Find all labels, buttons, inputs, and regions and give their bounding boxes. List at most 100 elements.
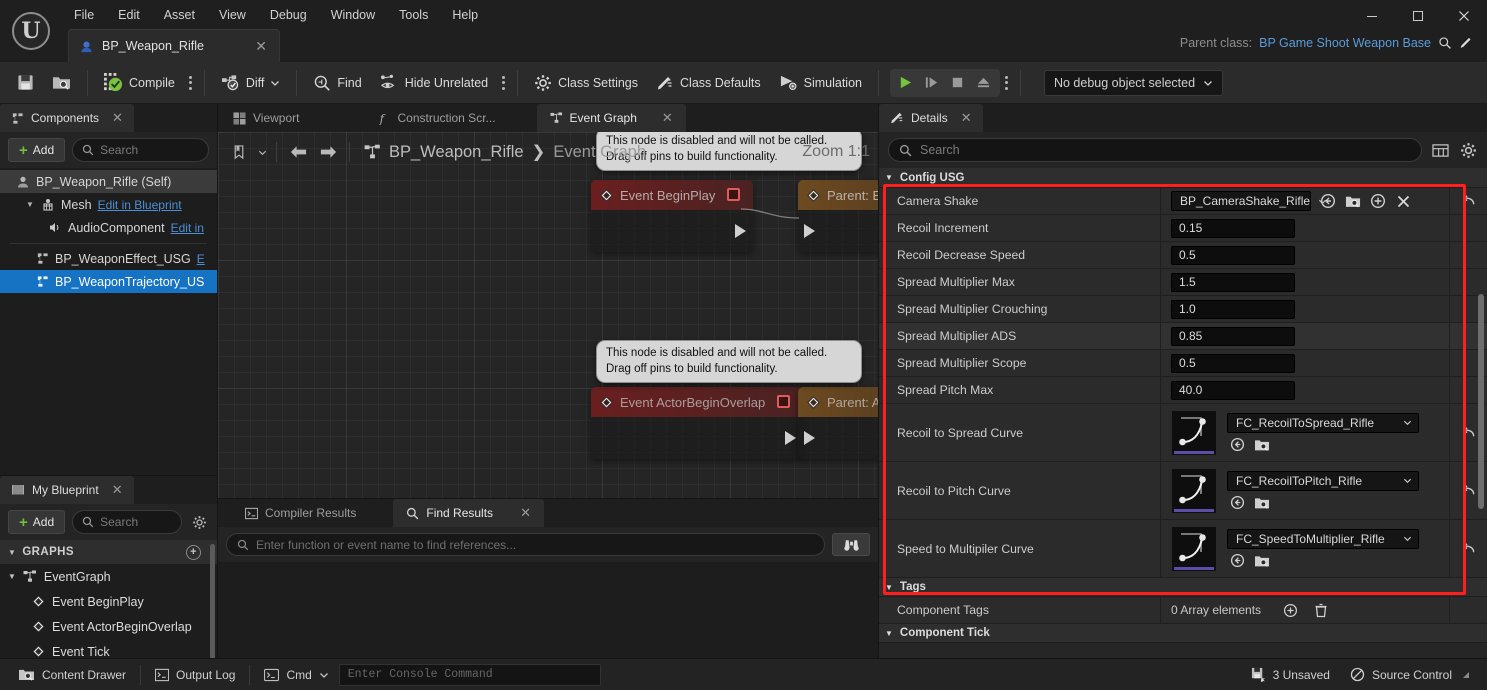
curve-thumbnail[interactable]	[1171, 525, 1217, 572]
node-event-actorbeginoverlap[interactable]: Event ActorBeginOverlap	[591, 387, 803, 459]
tree-item-event-actorbeginoverlap[interactable]: Event ActorBeginOverlap	[0, 614, 217, 639]
components-close-icon[interactable]: ✕	[112, 110, 123, 126]
components-search-input[interactable]: Search	[72, 138, 209, 162]
add-array-element-icon[interactable]	[1282, 602, 1298, 618]
tree-item-event-beginplay[interactable]: Event BeginPlay	[0, 589, 217, 614]
menu-help[interactable]: Help	[440, 5, 490, 25]
save-button[interactable]	[8, 67, 43, 99]
curve-thumbnail[interactable]	[1171, 467, 1217, 514]
edit-in-blueprint-link[interactable]: Edit in Blueprint	[98, 198, 182, 212]
gear-icon[interactable]	[1458, 140, 1478, 160]
spread-multiplier-ads-input[interactable]: 0.85	[1171, 326, 1295, 346]
spread-multiplier-max-input[interactable]: 1.5	[1171, 272, 1295, 292]
browse-to-asset-icon[interactable]	[1229, 553, 1245, 569]
open-asset-icon[interactable]	[1254, 553, 1270, 569]
find-button[interactable]: Find	[304, 67, 370, 99]
menu-view[interactable]: View	[207, 5, 258, 25]
section-graphs[interactable]: ▼ GRAPHS +	[0, 540, 217, 564]
edit-in-blueprint-link[interactable]: Edit in	[171, 221, 204, 235]
tab-my-blueprint[interactable]: My Blueprint ✕	[0, 476, 134, 504]
component-row-audio[interactable]: AudioComponent Edit in	[0, 216, 217, 239]
my-blueprint-close-icon[interactable]: ✕	[112, 482, 123, 498]
maximize-button[interactable]	[1395, 0, 1441, 32]
speed-to-multiplier-curve-dropdown[interactable]: FC_SpeedToMultiplier_Rifle	[1227, 528, 1419, 549]
my-blueprint-scrollbar[interactable]	[210, 544, 215, 658]
compile-button[interactable]: Compile	[95, 67, 184, 99]
camera-shake-asset-dropdown[interactable]: BP_CameraShake_Rifle	[1171, 191, 1327, 211]
my-blueprint-settings-icon[interactable]	[189, 512, 209, 532]
minimize-button[interactable]	[1349, 0, 1395, 32]
spread-multiplier-scope-input[interactable]: 0.5	[1171, 353, 1295, 373]
open-asset-icon[interactable]	[1254, 437, 1270, 453]
component-row-weapontrajectory[interactable]: BP_WeaponTrajectory_US	[0, 270, 217, 293]
bookmark-button[interactable]	[224, 137, 254, 167]
details-property-list[interactable]: ▼ Config USG Camera Shake BP_CameraShake…	[879, 168, 1487, 658]
clear-asset-icon[interactable]	[1395, 193, 1411, 209]
find-in-blueprints-button[interactable]	[832, 533, 870, 556]
event-graph-canvas[interactable]: BLUEPRINT Event BeginPlay	[218, 132, 878, 498]
console-command-input[interactable]: Enter Console Command	[338, 663, 601, 686]
browse-button[interactable]	[43, 67, 80, 99]
columns-icon[interactable]	[1430, 140, 1450, 160]
exec-out-pin[interactable]	[785, 431, 796, 445]
recoil-to-pitch-curve-dropdown[interactable]: FC_RecoilToPitch_Rifle	[1227, 470, 1419, 491]
tab-close-icon[interactable]: ✕	[662, 110, 673, 126]
my-blueprint-add-button[interactable]: + Add	[8, 510, 66, 534]
browse-to-asset-icon[interactable]	[1320, 193, 1336, 209]
menu-tools[interactable]: Tools	[387, 5, 440, 25]
my-blueprint-search-input[interactable]: Search	[72, 510, 182, 534]
node-parent-actorbeginoverlap[interactable]: Parent: A	[798, 387, 878, 459]
tab-compiler-results[interactable]: Compiler Results	[232, 499, 369, 527]
resize-grip-icon[interactable]	[1463, 671, 1469, 678]
details-close-icon[interactable]: ✕	[961, 110, 972, 126]
reset-to-default-icon[interactable]	[1461, 193, 1477, 209]
exec-out-pin[interactable]	[735, 224, 746, 238]
output-log-button[interactable]: Output Log	[145, 663, 245, 687]
breadcrumb-root[interactable]: BP_Weapon_Rifle	[389, 143, 524, 162]
play-button[interactable]	[893, 70, 919, 96]
diff-button[interactable]: Diff	[212, 67, 290, 99]
source-control-button[interactable]: Source Control	[1340, 663, 1479, 687]
content-drawer-button[interactable]: Content Drawer	[8, 663, 136, 687]
browse-to-asset-icon[interactable]	[1229, 437, 1245, 453]
open-asset-icon[interactable]	[1254, 495, 1270, 511]
compile-options-kebab[interactable]	[184, 70, 197, 96]
hide-unrelated-kebab[interactable]	[497, 70, 510, 96]
component-row-weaponeffect[interactable]: BP_WeaponEffect_USG E	[0, 247, 217, 270]
navigate-back-button[interactable]	[283, 137, 313, 167]
chevron-down-icon[interactable]: ▼	[26, 200, 35, 209]
find-references-input[interactable]: Enter function or event name to find ref…	[226, 533, 825, 556]
trash-icon[interactable]	[1313, 602, 1329, 618]
tab-event-graph[interactable]: Event Graph ✕	[536, 104, 686, 132]
menu-window[interactable]: Window	[319, 5, 387, 25]
add-graph-icon[interactable]: +	[186, 544, 201, 560]
tab-find-results[interactable]: Find Results ✕	[393, 499, 544, 527]
tab-components[interactable]: Components ✕	[0, 104, 134, 132]
unsaved-assets-button[interactable]: 3 Unsaved	[1241, 663, 1340, 687]
bookmark-dropdown-button[interactable]	[254, 137, 270, 167]
tab-construction-script[interactable]: f Construction Scr...	[364, 104, 508, 132]
cmd-button[interactable]: Cmd	[254, 663, 338, 687]
category-component-tick[interactable]: ▼ Component Tick	[879, 624, 1487, 643]
recoil-to-spread-curve-dropdown[interactable]: FC_RecoilToSpread_Rifle	[1227, 412, 1419, 433]
details-scrollbar[interactable]	[1478, 294, 1484, 509]
parent-class-edit-icon[interactable]	[1459, 36, 1473, 50]
components-add-button[interactable]: + Add	[8, 138, 66, 162]
category-tags[interactable]: ▼ Tags	[879, 578, 1487, 597]
exec-in-pin[interactable]	[804, 224, 815, 238]
close-button[interactable]	[1441, 0, 1487, 32]
category-config-usg[interactable]: ▼ Config USG	[879, 168, 1487, 188]
parent-class-browse-icon[interactable]	[1438, 36, 1452, 50]
eject-button[interactable]	[971, 70, 997, 96]
stop-button[interactable]	[945, 70, 971, 96]
tree-item-event-tick[interactable]: Event Tick	[0, 639, 217, 658]
menu-asset[interactable]: Asset	[152, 5, 207, 25]
open-asset-icon[interactable]	[1345, 193, 1361, 209]
spread-multiplier-crouching-input[interactable]: 1.0	[1171, 299, 1295, 319]
reset-to-default-icon[interactable]	[1461, 425, 1477, 441]
class-settings-button[interactable]: Class Settings	[525, 67, 647, 99]
recoil-decrease-speed-input[interactable]: 0.5	[1171, 245, 1295, 265]
tab-details[interactable]: Details ✕	[879, 104, 983, 132]
tab-viewport[interactable]: Viewport	[220, 104, 312, 132]
menu-debug[interactable]: Debug	[258, 5, 319, 25]
